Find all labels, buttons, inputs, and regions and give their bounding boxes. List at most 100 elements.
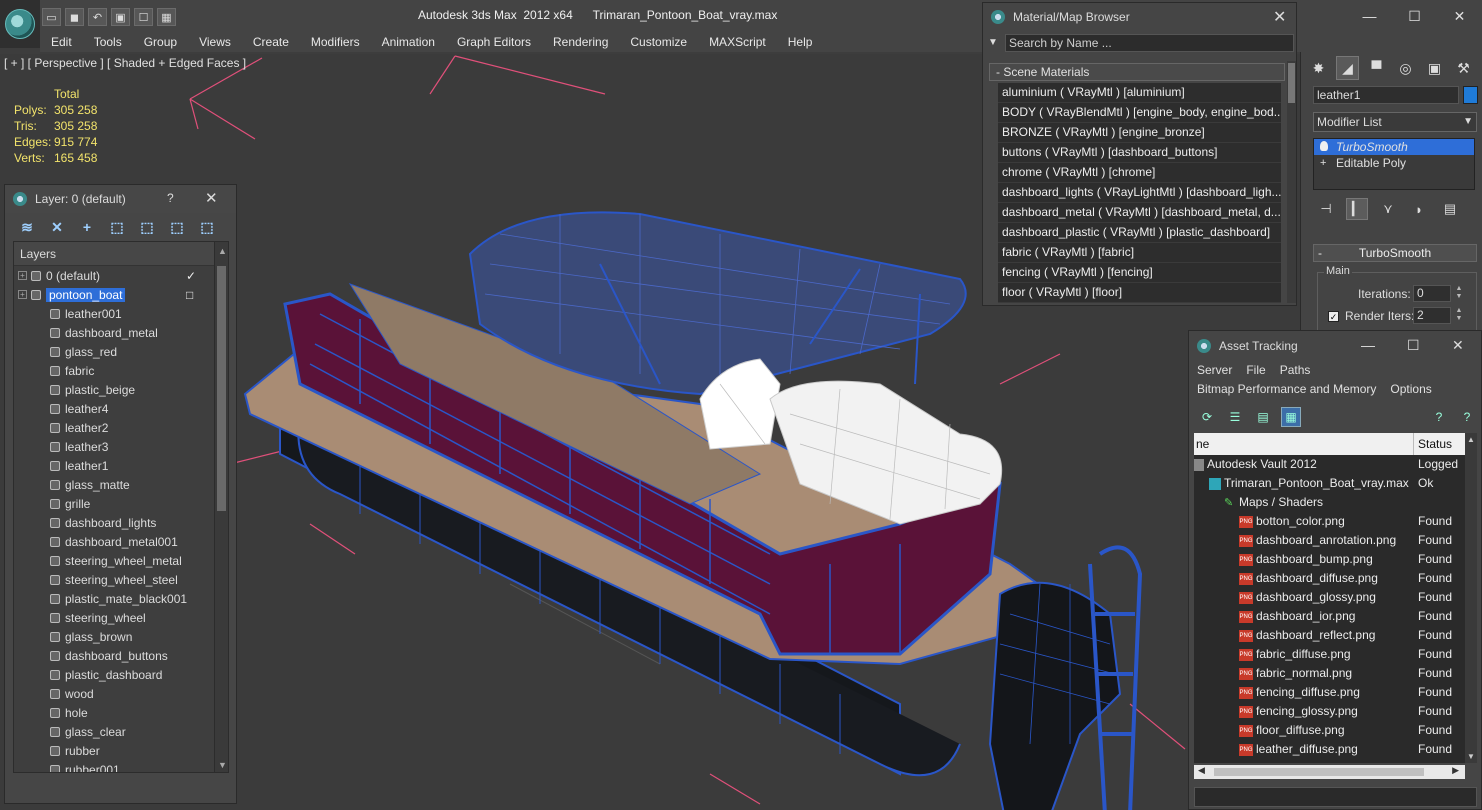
stack-item[interactable]: + Editable Poly <box>1314 155 1474 171</box>
viewport-label[interactable]: [ + ] [ Perspective ] [ Shaded + Edged F… <box>4 56 246 70</box>
close-button[interactable]: ✕ <box>1437 0 1482 32</box>
material-item[interactable]: fencing ( VRayMtl ) [fencing] <box>998 263 1281 283</box>
asset-tracking-titlebar[interactable]: Asset Tracking — ☐ ✕ <box>1189 331 1481 361</box>
stack-tool-button[interactable]: ◗ <box>1408 198 1430 220</box>
object-row[interactable]: leather1 <box>14 456 228 475</box>
object-row[interactable]: steering_wheel <box>14 608 228 627</box>
menu-modifiers[interactable]: Modifiers <box>300 32 371 52</box>
material-item[interactable]: aluminium ( VRayMtl ) [aluminium] <box>998 83 1281 103</box>
object-row[interactable]: dashboard_metal001 <box>14 532 228 551</box>
scrollbar-thumb[interactable] <box>217 266 226 511</box>
asset-menu-item[interactable]: Paths <box>1280 363 1311 377</box>
layer-row[interactable]: +0 (default) ✓ <box>14 266 228 285</box>
menu-animation[interactable]: Animation <box>371 32 446 52</box>
stack-tool-button[interactable]: ⋎ <box>1377 198 1399 220</box>
turbosmooth-rollout-header[interactable]: - TurboSmooth <box>1313 244 1477 262</box>
asset-row[interactable]: PNG leather_diffuse.png Found <box>1194 740 1469 759</box>
asset-row[interactable]: Trimaran_Pontoon_Boat_vray.max Ok <box>1194 474 1469 493</box>
app-logo-icon[interactable] <box>0 0 40 48</box>
spinner-arrows-icon[interactable]: ▲ ▼ <box>1454 307 1464 324</box>
layer-panel-titlebar[interactable]: Layer: 0 (default) ? ✕ <box>5 185 236 213</box>
minimize-button[interactable]: — <box>1347 0 1392 32</box>
stack-tool-button[interactable]: ▎ <box>1346 198 1368 220</box>
material-item[interactable]: floor ( VRayMtl ) [floor] <box>998 283 1281 303</box>
modifier-list-dropdown[interactable]: Modifier List ▼ <box>1313 112 1477 132</box>
scroll-left-icon[interactable]: ◀ <box>1198 765 1205 776</box>
object-row[interactable]: rubber <box>14 741 228 760</box>
object-color-swatch[interactable] <box>1463 86 1478 104</box>
menu-customize[interactable]: Customize <box>619 32 698 52</box>
status-column-header[interactable]: Status <box>1414 433 1469 455</box>
object-row[interactable]: glass_brown <box>14 627 228 646</box>
layer-tool-icon[interactable]: ✕ <box>47 217 67 237</box>
menu-tools[interactable]: Tools <box>83 32 133 52</box>
layer-list-scrollbar[interactable]: ▲ ▼ <box>214 242 228 772</box>
asset-menu-item[interactable]: Server <box>1197 363 1232 377</box>
layer-tool-icon[interactable]: ⬚ <box>197 217 217 237</box>
asset-row[interactable]: PNG dashboard_reflect.png Found <box>1194 626 1469 645</box>
layer-tool-icon[interactable]: ⬚ <box>107 217 127 237</box>
object-row[interactable]: wood <box>14 684 228 703</box>
layer-row[interactable]: + pontoon_boat □ <box>14 285 228 304</box>
layer-tool-icon[interactable]: + <box>77 217 97 237</box>
asset-menu-item[interactable]: Options <box>1390 382 1431 396</box>
object-row[interactable]: dashboard_metal <box>14 323 228 342</box>
object-row[interactable]: hole <box>14 703 228 722</box>
layer-tool-icon[interactable]: ≋ <box>17 217 37 237</box>
scroll-right-icon[interactable]: ▶ <box>1452 765 1459 776</box>
render-iters-checkbox[interactable]: ✓ <box>1328 310 1339 322</box>
render-iters-spinner[interactable]: 2 <box>1413 307 1451 324</box>
maximize-button[interactable]: ☐ <box>1392 0 1437 32</box>
tree-view-icon[interactable]: ▤ <box>1253 407 1273 427</box>
command-tab[interactable]: ✸ <box>1307 56 1330 80</box>
menu-views[interactable]: Views <box>188 32 242 52</box>
lightbulb-icon[interactable] <box>1320 141 1328 151</box>
menu-graph-editors[interactable]: Graph Editors <box>446 32 542 52</box>
quick-access-button[interactable]: ☐ <box>134 8 153 26</box>
layer-tool-icon[interactable]: ⬚ <box>137 217 157 237</box>
material-item[interactable]: fabric ( VRayMtl ) [fabric] <box>998 243 1281 263</box>
scrollbar-thumb[interactable] <box>1214 768 1424 776</box>
object-row[interactable]: leather001 <box>14 304 228 323</box>
iterations-spinner[interactable]: 0 <box>1413 285 1451 302</box>
asset-row[interactable]: PNG dashboard_anrotation.png Found <box>1194 531 1469 550</box>
layers-column-header[interactable]: Layers <box>14 242 214 266</box>
object-row[interactable]: leather3 <box>14 437 228 456</box>
expand-icon[interactable]: + <box>18 271 27 280</box>
layer-tool-icon[interactable]: ⬚ <box>167 217 187 237</box>
asset-row[interactable]: PNG fabric_normal.png Found <box>1194 664 1469 683</box>
asset-menu-item[interactable]: File <box>1246 363 1265 377</box>
list-view-icon[interactable]: ☰ <box>1225 407 1245 427</box>
quick-access-button[interactable]: ▭ <box>42 8 61 26</box>
scene-materials-group[interactable]: - Scene Materials <box>989 63 1285 81</box>
asset-vertical-scrollbar[interactable]: ▲ ▼ <box>1465 433 1477 763</box>
quick-access-button[interactable]: ▣ <box>111 8 130 26</box>
active-layer-marker[interactable]: □ <box>186 288 193 302</box>
object-row[interactable]: plastic_mate_black001 <box>14 589 228 608</box>
minimize-button[interactable]: — <box>1361 337 1375 353</box>
command-tab[interactable]: ◢ <box>1336 56 1359 80</box>
material-item[interactable]: buttons ( VRayMtl ) [dashboard_buttons] <box>998 143 1281 163</box>
asset-path-field[interactable] <box>1194 787 1477 807</box>
asset-row[interactable]: Autodesk Vault 2012 Logged <box>1194 455 1469 474</box>
command-tab[interactable]: ▣ <box>1423 56 1446 80</box>
object-row[interactable]: glass_clear <box>14 722 228 741</box>
material-search-input[interactable]: Search by Name ... <box>1005 34 1294 52</box>
menu-rendering[interactable]: Rendering <box>542 32 619 52</box>
table-view-icon[interactable]: ▦ <box>1281 407 1301 427</box>
asset-row[interactable]: PNG dashboard_bump.png Found <box>1194 550 1469 569</box>
name-column-header[interactable]: ne <box>1194 433 1414 455</box>
material-item[interactable]: BODY ( VRayBlendMtl ) [engine_body, engi… <box>998 103 1281 123</box>
help-context-icon[interactable]: ? <box>1457 407 1477 427</box>
menu-create[interactable]: Create <box>242 32 300 52</box>
object-row[interactable]: glass_matte <box>14 475 228 494</box>
spinner-arrows-icon[interactable]: ▲ ▼ <box>1454 285 1464 302</box>
quick-access-button[interactable]: ▦ <box>157 8 176 26</box>
asset-row[interactable]: PNG dashboard_diffuse.png Found <box>1194 569 1469 588</box>
asset-row[interactable]: PNG botton_color.png Found <box>1194 512 1469 531</box>
scroll-down-icon[interactable]: ▼ <box>218 760 227 770</box>
asset-row[interactable]: PNG dashboard_ior.png Found <box>1194 607 1469 626</box>
scroll-up-icon[interactable]: ▲ <box>218 246 227 256</box>
asset-row[interactable]: ✎ Maps / Shaders <box>1194 493 1469 512</box>
stack-item[interactable]: TurboSmooth <box>1314 139 1474 155</box>
